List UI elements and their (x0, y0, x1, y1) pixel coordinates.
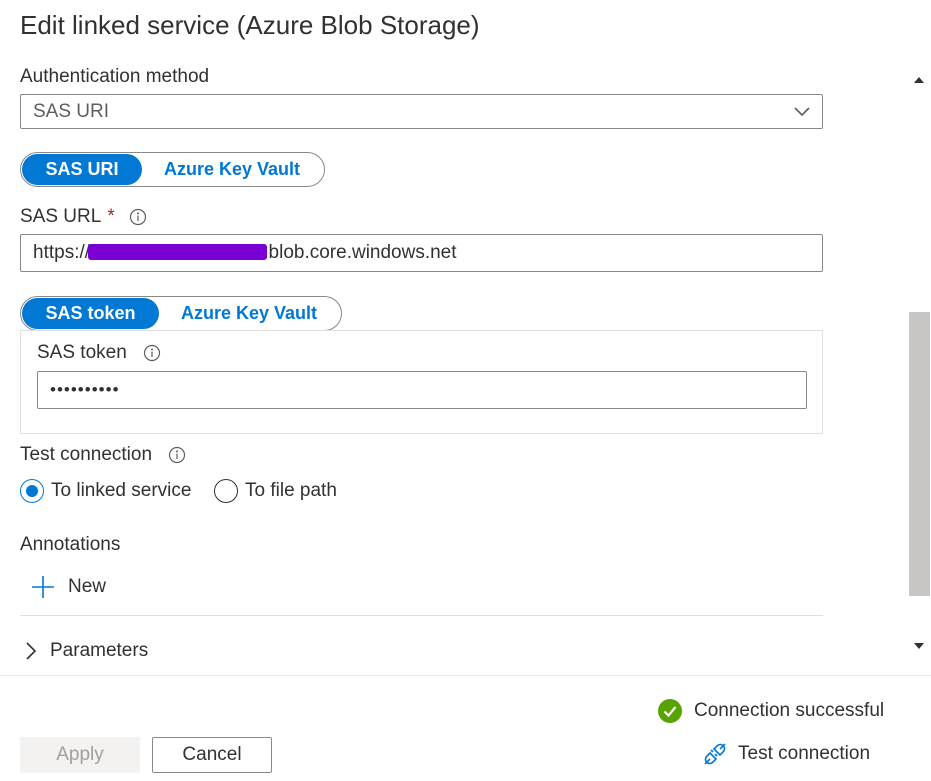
chevron-right-icon (26, 642, 37, 660)
scrollbar-thumb[interactable] (909, 312, 930, 596)
auth-method-label: Authentication method (20, 66, 210, 87)
test-connection-button[interactable]: Test connection (702, 741, 870, 767)
connection-status-text: Connection successful (694, 700, 885, 721)
sas-url-label: SAS URL (20, 206, 102, 227)
sas-url-suffix: .blob.core.windows.net (263, 242, 457, 263)
test-connection-label-row: Test connection (20, 444, 186, 466)
radio-button[interactable] (214, 479, 238, 503)
toggle-azure-key-vault[interactable]: Azure Key Vault (142, 154, 322, 185)
info-icon[interactable] (143, 344, 161, 362)
radio-button[interactable] (20, 479, 44, 503)
cancel-button[interactable]: Cancel (152, 737, 272, 773)
panel-title: Edit linked service (Azure Blob Storage) (20, 10, 480, 40)
sas-token-label-row: SAS token (37, 342, 161, 364)
info-icon[interactable] (129, 208, 147, 226)
connection-status: Connection successful (658, 699, 884, 723)
auth-method-value: SAS URI (33, 100, 110, 122)
token-mode-toggle: SAS token Azure Key Vault (20, 296, 342, 331)
required-marker: * (107, 206, 115, 227)
auth-method-dropdown[interactable]: SAS URI (20, 94, 823, 129)
sas-url-prefix: https:// (33, 242, 91, 263)
info-icon[interactable] (168, 446, 186, 464)
add-annotation-label: New (68, 576, 107, 597)
section-divider (20, 615, 823, 616)
radio-label: To linked service (51, 480, 192, 501)
test-connection-label: Test connection (20, 444, 153, 465)
scroll-up-arrow-icon[interactable] (913, 76, 925, 84)
test-connection-button-label: Test connection (738, 743, 871, 764)
sas-url-label-row: SAS URL * (20, 206, 147, 228)
radio-label: To file path (245, 480, 337, 501)
redacted-account-name: stdataservicesdev01 (88, 242, 268, 264)
chevron-down-icon (794, 106, 810, 116)
toggle-sas-token[interactable]: SAS token (22, 298, 159, 329)
sas-token-label: SAS token (37, 342, 127, 363)
toggle-token-azure-key-vault[interactable]: Azure Key Vault (159, 298, 339, 329)
scroll-down-arrow-icon[interactable] (913, 642, 925, 650)
success-check-icon (658, 699, 682, 723)
auth-mode-toggle: SAS URI Azure Key Vault (20, 152, 325, 187)
parameters-expander[interactable]: Parameters (24, 640, 148, 662)
apply-button[interactable]: Apply (20, 737, 140, 773)
parameters-label: Parameters (50, 640, 149, 661)
radio-to-file-path[interactable]: To file path (214, 479, 337, 503)
add-annotation-button[interactable]: New (30, 574, 106, 600)
plug-connection-icon (704, 743, 726, 765)
toggle-sas-uri[interactable]: SAS URI (22, 154, 142, 185)
sas-token-input[interactable]: •••••••••• (37, 371, 807, 409)
radio-to-linked-service[interactable]: To linked service (20, 479, 191, 503)
plus-icon (32, 576, 54, 598)
annotations-label: Annotations (20, 534, 121, 555)
footer-divider (0, 675, 931, 676)
sas-url-input[interactable]: https:// stdataservicesdev01 .blob.core.… (20, 234, 823, 272)
